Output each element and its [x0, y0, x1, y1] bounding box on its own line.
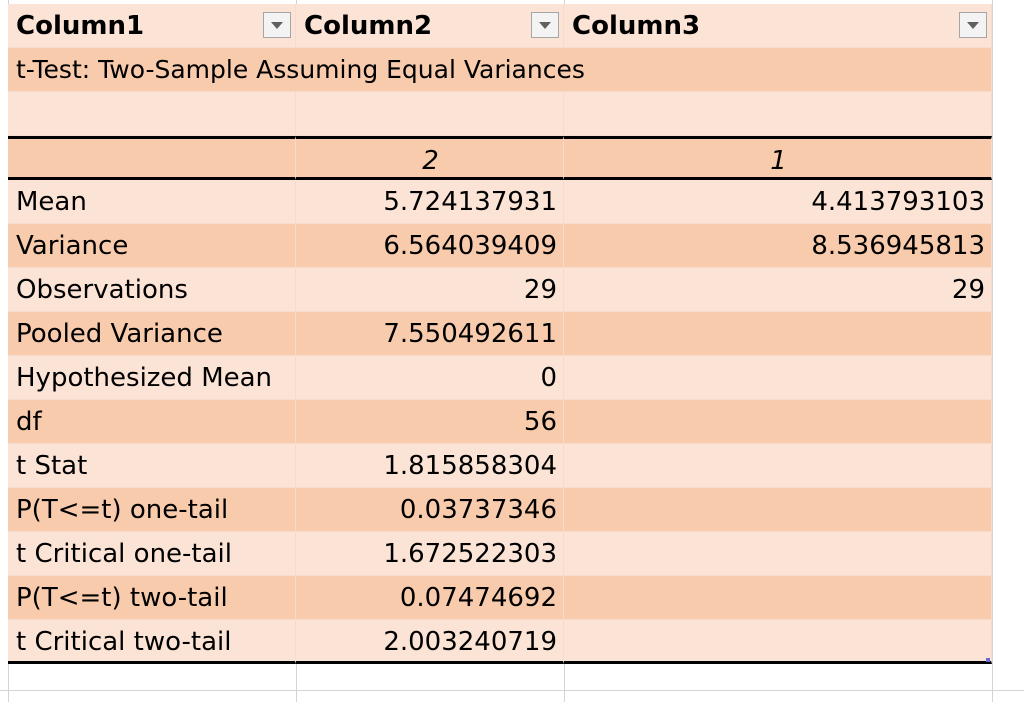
value-cell[interactable]: 4.413793103: [564, 180, 992, 224]
value-cell[interactable]: 1.815858304: [296, 444, 564, 488]
table-row: t Critical one-tail 1.672522303: [8, 532, 992, 576]
table-row: P(T<=t) one-tail 0.03737346: [8, 488, 992, 532]
value-cell[interactable]: [564, 356, 992, 400]
table-row: Observations 29 29: [8, 268, 992, 312]
value-cell[interactable]: [564, 488, 992, 532]
table-row: Pooled Variance 7.550492611: [8, 312, 992, 356]
column-header-label: Column3: [572, 11, 701, 41]
filter-dropdown-icon[interactable]: [959, 12, 987, 38]
value-cell[interactable]: 2.003240719: [296, 620, 564, 664]
column-header-label: Column2: [304, 11, 433, 41]
table-cell[interactable]: [296, 92, 564, 136]
header-row: Column1 Column2 Column3: [8, 4, 992, 48]
row-label[interactable]: Variance: [8, 224, 296, 268]
table-row: P(T<=t) two-tail 0.07474692: [8, 576, 992, 620]
column-header[interactable]: Column1: [8, 4, 296, 48]
grid-line: [992, 0, 993, 702]
table-row: Hypothesized Mean 0: [8, 356, 992, 400]
table-row: df 56: [8, 400, 992, 444]
table-cell[interactable]: [564, 92, 992, 136]
table-row: Variance 6.564039409 8.536945813: [8, 224, 992, 268]
value-cell[interactable]: 29: [296, 268, 564, 312]
column-header-label: Column1: [16, 11, 145, 41]
value-cell[interactable]: 0.03737346: [296, 488, 564, 532]
value-cell[interactable]: [564, 312, 992, 356]
data-table: Column1 Column2 Column3 t-Test: Two-Samp…: [8, 4, 992, 664]
subheader-row: 2 1: [8, 136, 992, 180]
row-label[interactable]: Pooled Variance: [8, 312, 296, 356]
value-cell[interactable]: [564, 444, 992, 488]
filter-dropdown-icon[interactable]: [263, 12, 291, 38]
title-row: t-Test: Two-Sample Assuming Equal Varian…: [8, 48, 992, 92]
row-label[interactable]: t Stat: [8, 444, 296, 488]
value-cell[interactable]: 6.564039409: [296, 224, 564, 268]
table-cell[interactable]: [8, 136, 296, 180]
value-cell[interactable]: 0.07474692: [296, 576, 564, 620]
table-title[interactable]: t-Test: Two-Sample Assuming Equal Varian…: [8, 48, 992, 92]
table-resize-handle[interactable]: [986, 658, 990, 662]
row-label[interactable]: df: [8, 400, 296, 444]
row-label[interactable]: Mean: [8, 180, 296, 224]
table-row: Mean 5.724137931 4.413793103: [8, 180, 992, 224]
value-cell[interactable]: 0: [296, 356, 564, 400]
value-cell[interactable]: [564, 576, 992, 620]
value-cell[interactable]: 1.672522303: [296, 532, 564, 576]
row-label[interactable]: t Critical two-tail: [8, 620, 296, 664]
value-cell[interactable]: 8.536945813: [564, 224, 992, 268]
grid-line: [0, 690, 1024, 691]
value-cell[interactable]: 5.724137931: [296, 180, 564, 224]
column-header[interactable]: Column3: [564, 4, 992, 48]
row-label[interactable]: Hypothesized Mean: [8, 356, 296, 400]
value-cell[interactable]: 29: [564, 268, 992, 312]
table-row: t Critical two-tail 2.003240719: [8, 620, 992, 664]
value-cell[interactable]: 7.550492611: [296, 312, 564, 356]
value-cell[interactable]: 56: [296, 400, 564, 444]
row-label[interactable]: P(T<=t) one-tail: [8, 488, 296, 532]
subheader-cell[interactable]: 2: [296, 136, 564, 180]
table-row: [8, 92, 992, 136]
subheader-cell[interactable]: 1: [564, 136, 992, 180]
spreadsheet: Column1 Column2 Column3 t-Test: Two-Samp…: [0, 0, 1024, 702]
table-cell[interactable]: [8, 92, 296, 136]
value-cell[interactable]: [564, 532, 992, 576]
row-label[interactable]: P(T<=t) two-tail: [8, 576, 296, 620]
value-cell[interactable]: [564, 400, 992, 444]
value-cell[interactable]: [564, 620, 992, 664]
row-label[interactable]: t Critical one-tail: [8, 532, 296, 576]
column-header[interactable]: Column2: [296, 4, 564, 48]
row-label[interactable]: Observations: [8, 268, 296, 312]
filter-dropdown-icon[interactable]: [531, 12, 559, 38]
table-row: t Stat 1.815858304: [8, 444, 992, 488]
